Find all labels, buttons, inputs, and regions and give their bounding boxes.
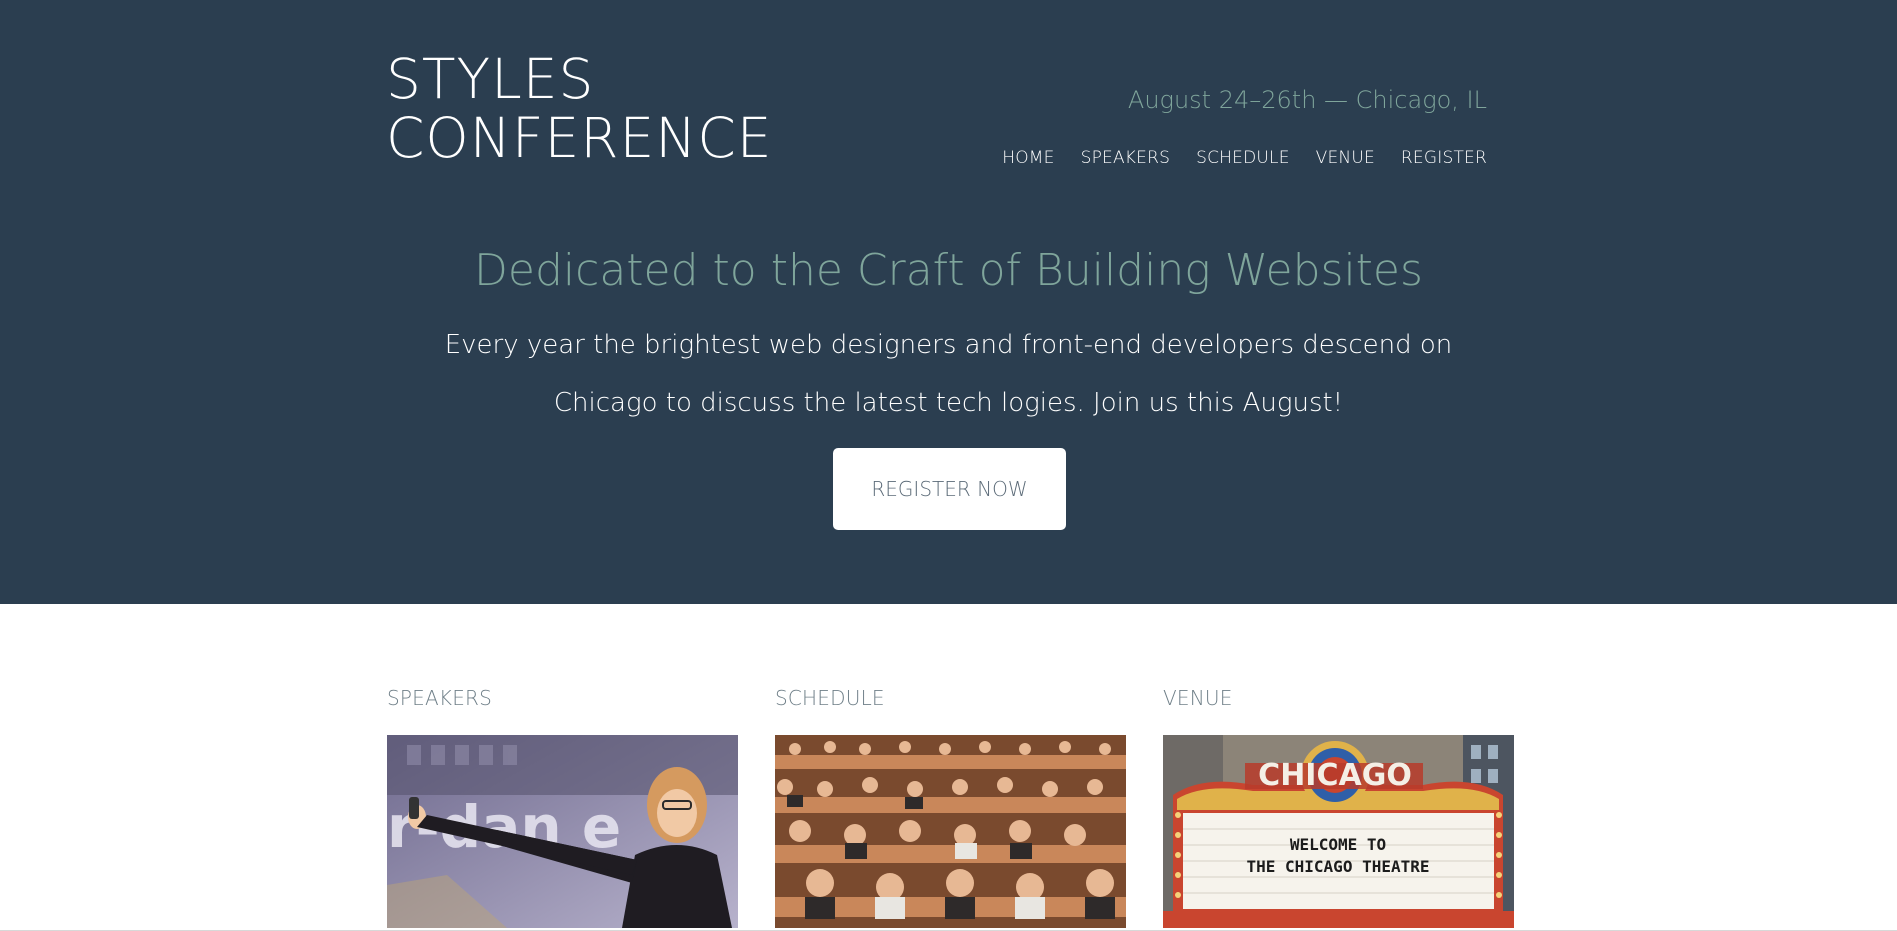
feature-speakers: SPEAKERS r-dan e <box>387 686 738 928</box>
features-section: SPEAKERS r-dan e SCHEDULE VENUE CHICAGO … <box>387 686 1514 928</box>
hero-headline: Dedicated to the Craft of Building Websi… <box>474 245 1423 296</box>
site-logo[interactable]: STYLES CONFERENCE <box>386 50 773 168</box>
nav-schedule[interactable]: SCHEDULE <box>1196 148 1290 168</box>
audience-photo[interactable] <box>775 735 1126 928</box>
hero-lead: Every year the brightest web designers a… <box>0 316 1897 432</box>
hero-lead-line-1: Every year the brightest web designers a… <box>444 330 1453 360</box>
register-now-button[interactable]: REGISTER NOW <box>833 448 1066 530</box>
feature-title-schedule: SCHEDULE <box>775 686 885 710</box>
hero-section: STYLES CONFERENCE August 24–26th — Chica… <box>0 0 1897 604</box>
feature-title-venue: VENUE <box>1163 686 1233 710</box>
main-nav: HOME SPEAKERS SCHEDULE VENUE REGISTER <box>1002 148 1487 168</box>
marquee-line-2: THE CHICAGO THEATRE <box>1246 857 1429 876</box>
nav-register[interactable]: REGISTER <box>1401 148 1487 168</box>
nav-venue[interactable]: VENUE <box>1316 148 1375 168</box>
chicago-theatre-photo[interactable]: CHICAGO WELCOME TO THE CHICAGO THEATRE <box>1163 735 1514 928</box>
hero-lead-line-2: Chicago to discuss the latest tech logie… <box>553 388 1344 418</box>
marquee-line-1: WELCOME TO <box>1290 835 1386 854</box>
nav-speakers[interactable]: SPEAKERS <box>1081 148 1171 168</box>
feature-title-speakers: SPEAKERS <box>387 686 493 710</box>
feature-venue: VENUE CHICAGO WELCOME TO THE CHICAGO THE… <box>1163 686 1514 928</box>
speaker-photo[interactable]: r-dan e <box>387 735 738 928</box>
event-tagline: August 24–26th — Chicago, IL <box>1127 86 1487 114</box>
feature-schedule: SCHEDULE <box>775 686 1126 928</box>
logo-line-1: STYLES <box>386 47 595 111</box>
logo-line-2: CONFERENCE <box>386 106 773 170</box>
nav-home[interactable]: HOME <box>1002 148 1054 168</box>
marquee-top-text: CHICAGO <box>1258 758 1412 793</box>
